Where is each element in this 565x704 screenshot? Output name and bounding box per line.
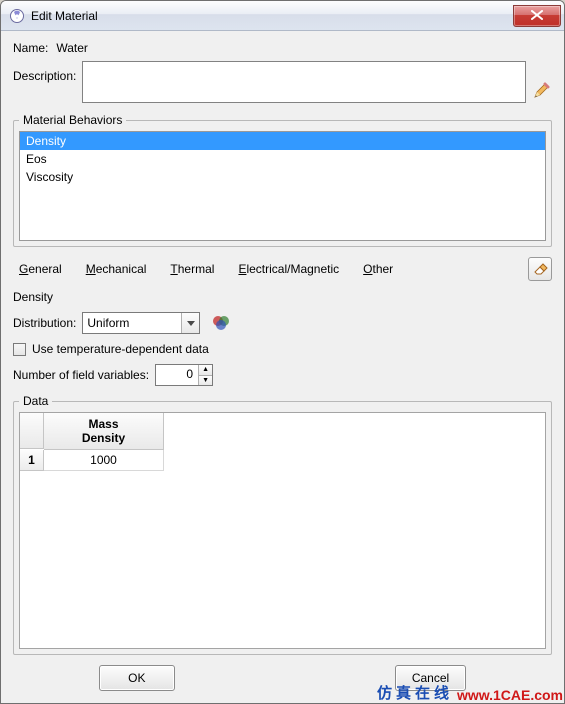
titlebar: Edit Material — [1, 1, 564, 31]
data-legend: Data — [19, 394, 52, 408]
behavior-item-eos[interactable]: Eos — [20, 150, 545, 168]
close-icon — [531, 9, 543, 23]
field-vars-label: Number of field variables: — [13, 368, 149, 382]
section-title: Density — [13, 290, 552, 304]
temp-dependent-label: Use temperature-dependent data — [32, 342, 209, 356]
field-toggle-button[interactable] — [212, 315, 230, 331]
app-icon — [9, 8, 25, 24]
close-button[interactable] — [513, 5, 561, 27]
behavior-item-density[interactable]: Density — [20, 132, 545, 150]
menu-general[interactable]: General — [19, 262, 62, 276]
grid-col-header[interactable]: MassDensity — [44, 413, 164, 450]
name-value: Water — [56, 41, 88, 55]
field-vars-value: 0 — [156, 365, 198, 385]
behaviors-legend: Material Behaviors — [19, 113, 126, 127]
table-row[interactable]: 1 1000 — [20, 450, 545, 471]
distribution-label: Distribution: — [13, 316, 76, 330]
description-input[interactable] — [82, 61, 526, 103]
grid-corner — [20, 413, 44, 449]
data-grid[interactable]: MassDensity 1 1000 — [19, 412, 546, 649]
name-label: Name: — [13, 41, 48, 55]
window-title: Edit Material — [31, 9, 513, 23]
field-vars-spinner[interactable]: 0 ▲ ▼ — [155, 364, 213, 386]
grid-cell[interactable]: 1000 — [44, 450, 164, 471]
data-fieldset: Data MassDensity 1 1000 — [13, 394, 552, 655]
spinner-down-button[interactable]: ▼ — [199, 376, 212, 386]
menu-other[interactable]: Other — [363, 262, 393, 276]
pencil-icon — [533, 82, 551, 103]
ok-button[interactable]: OK — [99, 665, 175, 691]
spinner-up-button[interactable]: ▲ — [199, 365, 212, 376]
distribution-select[interactable]: Uniform — [82, 312, 200, 334]
delete-behavior-button[interactable] — [528, 257, 552, 281]
menu-mechanical[interactable]: Mechanical — [86, 262, 147, 276]
eraser-icon — [532, 260, 548, 279]
description-label: Description: — [13, 61, 76, 83]
menu-row: General Mechanical Thermal Electrical/Ma… — [13, 254, 552, 284]
behaviors-fieldset: Material Behaviors Density Eos Viscosity — [13, 113, 552, 247]
watermark-cn: 仿真在线 — [377, 682, 453, 703]
behavior-item-viscosity[interactable]: Viscosity — [20, 168, 545, 186]
grid-row-num: 1 — [20, 450, 44, 471]
temp-dependent-checkbox[interactable] — [13, 343, 26, 356]
behaviors-list[interactable]: Density Eos Viscosity — [19, 131, 546, 241]
distribution-value: Uniform — [87, 316, 129, 330]
menu-thermal[interactable]: Thermal — [170, 262, 214, 276]
edit-description-button[interactable] — [532, 61, 552, 103]
watermark-url: www.1CAE.com — [457, 687, 563, 703]
chevron-down-icon — [181, 313, 199, 333]
menu-electrical[interactable]: Electrical/Magnetic — [238, 262, 339, 276]
